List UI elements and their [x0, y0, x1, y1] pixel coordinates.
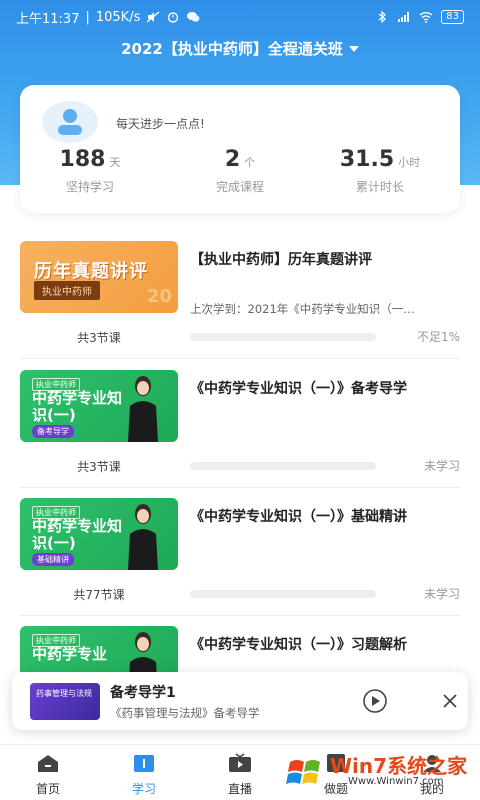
course-lesson-count: 共3节课: [77, 460, 121, 474]
course-lesson-count: 共3节课: [77, 331, 121, 345]
caret-down-icon: [348, 45, 359, 52]
stat-value: 2: [224, 147, 241, 172]
class-title: 2022【执业中药师】全程通关班: [121, 40, 343, 58]
course-title: 《中药学专业知识（一）》备考导学: [190, 381, 407, 397]
watermark: Win7系统之家 Www.Winwin7.com: [282, 748, 478, 800]
stats-card: 每天进步一点点! 188 天 坚持学习 2个 完成课程 31.5 小时 累计时长: [20, 85, 460, 213]
course-item[interactable]: 执业中药师 中药学专业 《中药学专业知识（一）》习题解析: [20, 626, 460, 672]
stat-label: 坚持学习: [65, 180, 114, 194]
thumb-pill: 基础精讲: [32, 553, 74, 566]
course-item[interactable]: 历年真题讲评 执业中药师 20 【执业中药师】历年真题讲评 上次学到：2021年…: [20, 241, 460, 359]
home-icon: [38, 755, 58, 772]
windows-logo-icon: [283, 751, 327, 795]
wechat-icon: [187, 12, 200, 22]
course-thumbnail: 执业中药师 中药学专业知识(一) 基础精讲: [20, 498, 178, 570]
course-progress-text: 未学习: [423, 459, 460, 473]
course-item[interactable]: 执业中药师 中药学专业知识(一) 备考导学 《中药学专业知识（一）》备考导学 共…: [20, 370, 460, 488]
teacher-photo: [128, 504, 158, 570]
tab-label: 学习: [131, 782, 156, 796]
course-progress-text: 未学习: [423, 587, 460, 601]
thumb-title: 历年真题讲评: [34, 261, 148, 282]
thumb-title: 中药学专业知识(一): [32, 517, 123, 552]
tab-label: 直播: [227, 782, 252, 796]
thumb-pill: 执业中药师: [34, 281, 100, 300]
course-title: 《中药学专业知识（一）》基础精讲: [190, 509, 407, 525]
stat-total-hours: 31.5 小时 累计时长: [320, 147, 440, 195]
course-thumbnail: 执业中药师 中药学专业知识(一) 备考导学: [20, 370, 178, 442]
stat-unit: 小时: [398, 156, 421, 169]
course-progress-bar: [190, 590, 376, 598]
mute-icon: [146, 11, 160, 23]
live-tv-icon: [229, 753, 251, 772]
thumb-title: 中药学专业知识(一): [32, 389, 123, 424]
teacher-photo: [129, 632, 157, 672]
alarm-icon: [168, 12, 179, 23]
course-lesson-count: 共77节课: [73, 588, 125, 602]
mini-player[interactable]: 药事管理与法规 备考导学1 《药事管理与法规》备考导学: [12, 672, 468, 730]
tab-live[interactable]: 直播: [192, 745, 288, 800]
stat-unit: 天: [109, 156, 121, 169]
thumb-decoration: 20: [146, 286, 172, 307]
close-icon[interactable]: [440, 691, 460, 711]
watermark-site: Www.Winwin7.com: [348, 776, 444, 787]
watermark-name: Win7系统之家: [330, 754, 468, 778]
course-title: 【执业中药师】历年真题讲评: [190, 252, 372, 268]
course-last-studied: 上次学到：2021年《中药学专业知识（一…: [190, 302, 415, 316]
course-progress-bar: [190, 462, 376, 470]
mini-player-subtitle: 《药事管理与法规》备考导学: [110, 706, 260, 720]
divider: [20, 615, 460, 616]
play-icon[interactable]: [362, 688, 388, 714]
teacher-photo: [128, 376, 158, 442]
avatar[interactable]: [42, 101, 98, 143]
bluetooth-icon: [378, 11, 387, 23]
signal-icon: [398, 12, 410, 22]
course-progress-bar: [190, 333, 376, 341]
mini-player-title: 备考导学1: [110, 685, 176, 701]
course-progress-text: 不足1%: [416, 330, 460, 344]
study-icon: [134, 755, 154, 772]
stat-study-days: 188 天 坚持学习: [30, 147, 150, 195]
stat-completed-courses: 2个 完成课程: [180, 147, 300, 195]
thumb-title: 中药学专业: [32, 645, 108, 663]
status-speed: 105K/s: [95, 9, 141, 25]
course-title: 《中药学专业知识（一）》习题解析: [190, 637, 407, 653]
status-time: 上午11:37: [16, 11, 80, 27]
divider: [20, 358, 460, 359]
course-item[interactable]: 执业中药师 中药学专业知识(一) 基础精讲 《中药学专业知识（一）》基础精讲 共…: [20, 498, 460, 616]
divider: [20, 487, 460, 488]
tab-home[interactable]: 首页: [0, 745, 96, 800]
mini-player-thumbnail: 药事管理与法规: [30, 683, 100, 720]
stat-label: 完成课程: [215, 180, 264, 194]
tab-label: 首页: [35, 782, 60, 796]
stat-label: 累计时长: [355, 180, 404, 194]
stat-value: 188: [59, 147, 106, 172]
course-thumbnail: 历年真题讲评 执业中药师 20: [20, 241, 178, 313]
mini-thumb-text: 药事管理与法规: [36, 689, 92, 698]
course-thumbnail: 执业中药师 中药学专业: [20, 626, 178, 672]
stat-unit: 个: [244, 156, 256, 169]
class-selector[interactable]: 2022【执业中药师】全程通关班: [0, 38, 480, 59]
battery-icon: 83: [441, 10, 464, 24]
thumb-pill: 备考导学: [32, 425, 74, 438]
status-bar: 上午11:37 | 105K/s 83: [0, 0, 480, 34]
motto-text: 每天进步一点点!: [116, 117, 205, 131]
tab-study[interactable]: 学习: [96, 745, 192, 800]
wifi-icon: [419, 12, 433, 23]
stat-value: 31.5: [339, 147, 395, 172]
